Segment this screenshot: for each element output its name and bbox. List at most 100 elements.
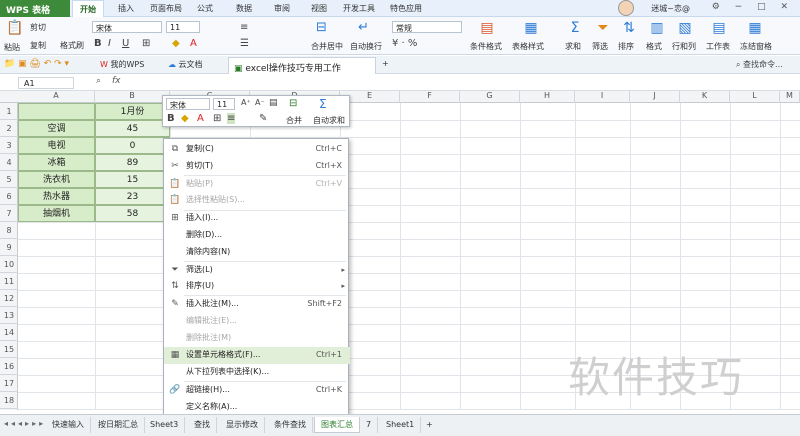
font-color-icon[interactable]: A [190, 38, 197, 49]
row-header-14[interactable]: 14 [0, 324, 18, 341]
row-header-6[interactable]: 6 [0, 188, 18, 205]
row-header-8[interactable]: 8 [0, 222, 18, 239]
mini-merge-button[interactable]: 合并 [286, 115, 302, 126]
row-header-9[interactable]: 9 [0, 239, 18, 256]
filter-button[interactable]: 筛选 [592, 41, 608, 52]
context-menu-item[interactable]: ▦ 设置单元格格式(F)... Ctrl+1 [164, 347, 350, 365]
row-header-2[interactable]: 2 [0, 120, 18, 137]
column-header-j[interactable]: J [630, 91, 680, 103]
sheet-nav-arrows[interactable]: ◂◂◂▸▸▸ [4, 419, 46, 428]
sheet-tab[interactable]: 图表汇总 [314, 417, 360, 433]
tab-developer[interactable]: 开发工具 [343, 3, 375, 14]
row-header-3[interactable]: 3 [0, 137, 18, 154]
row-header-11[interactable]: 11 [0, 273, 18, 290]
context-menu-item[interactable]: ⊞ 插入(I)... [164, 210, 350, 227]
cell-item-name[interactable]: 电视 [18, 137, 95, 154]
paste-icon[interactable]: 📋 [6, 20, 23, 36]
align-left-icon[interactable]: ☰ [240, 38, 249, 49]
quick-access-icons[interactable]: 📁 ▣ 🖨 ↶ ↷ ▾ [4, 59, 69, 69]
column-header-l[interactable]: L [730, 91, 780, 103]
mini-font-select[interactable]: 宋体 [166, 98, 210, 110]
sheet-tab[interactable]: 显示修改 [220, 417, 265, 433]
paste-button[interactable]: 粘贴 [4, 42, 20, 53]
sheet-tab[interactable]: Sheet1 [380, 417, 422, 433]
tab-insert[interactable]: 插入 [118, 3, 134, 14]
row-header-15[interactable]: 15 [0, 341, 18, 358]
sheet-tab[interactable]: 条件查找 [268, 417, 313, 433]
doc-tab-my-wps[interactable]: W 我的WPS [100, 59, 144, 70]
mini-font-color-icon[interactable]: A [197, 113, 204, 124]
worksheet-button[interactable]: 工作表 [706, 41, 730, 52]
context-menu-item[interactable]: 删除(D)... [164, 227, 350, 244]
cell-item-value[interactable]: 45 [95, 120, 170, 137]
filter-icon[interactable]: ⏷ [594, 20, 612, 36]
column-header-g[interactable]: G [460, 91, 520, 103]
italic-icon[interactable]: I [108, 38, 111, 49]
cell-item-name[interactable]: 洗衣机 [18, 171, 95, 188]
mini-format-icon[interactable]: ▤ [269, 98, 278, 108]
column-header-f[interactable]: F [400, 91, 460, 103]
percent-icon[interactable]: ¥ · % [392, 38, 417, 49]
user-avatar[interactable] [618, 0, 634, 16]
cell-item-value[interactable]: 15 [95, 171, 170, 188]
row-header-16[interactable]: 16 [0, 358, 18, 375]
mini-sum-icon[interactable]: Σ [319, 97, 327, 111]
format-icon[interactable]: ▥ [648, 20, 666, 36]
fill-color-icon[interactable]: ◆ [172, 38, 180, 49]
table-style-button[interactable]: 表格样式 [512, 41, 544, 52]
freeze-button[interactable]: 冻结窗格 [740, 41, 772, 52]
column-header-m[interactable]: M [780, 91, 800, 103]
row-header-7[interactable]: 7 [0, 205, 18, 222]
tab-view[interactable]: 视图 [311, 3, 327, 14]
cell-item-name[interactable]: 空调 [18, 120, 95, 137]
add-sheet-button[interactable]: + [420, 417, 439, 433]
name-box[interactable]: A1 [18, 77, 74, 89]
cell-item-name[interactable]: 抽烟机 [18, 205, 95, 222]
context-menu-item[interactable]: ✂ 剪切(T) Ctrl+X [164, 158, 350, 175]
row-header-17[interactable]: 17 [0, 375, 18, 392]
row-header-10[interactable]: 10 [0, 256, 18, 273]
row-col-icon[interactable]: ▧ [676, 20, 694, 36]
cell-item-value[interactable]: 23 [95, 188, 170, 205]
cut-button[interactable]: 剪切 [30, 22, 46, 33]
underline-icon[interactable]: U [122, 38, 129, 49]
tab-home[interactable]: 开始 [72, 0, 104, 17]
row-col-button[interactable]: 行和列 [672, 41, 696, 52]
merge-icon[interactable]: ⊟ [316, 20, 327, 35]
fx-icon[interactable]: fx [112, 76, 121, 86]
context-menu-item[interactable]: 清除内容(N) [164, 244, 350, 261]
sheet-tab[interactable]: 快速输入 [46, 417, 91, 433]
sheet-tab[interactable]: Sheet3 [144, 417, 186, 433]
column-header-i[interactable]: I [575, 91, 630, 103]
font-select[interactable]: 宋体 [92, 21, 162, 33]
format-button[interactable]: 格式 [646, 41, 662, 52]
new-tab-button[interactable]: + [382, 59, 389, 68]
mini-painter-icon[interactable]: ✎ [259, 113, 267, 124]
table-style-icon[interactable]: ▦ [522, 20, 540, 36]
conditional-format-icon[interactable]: ▤ [478, 20, 496, 36]
doc-tab-active[interactable]: ▣ excel操作技巧专用工作簿.xlsx * [228, 57, 376, 87]
copy-button[interactable]: 复制 [30, 40, 46, 51]
column-header-h[interactable]: H [520, 91, 575, 103]
context-menu-item[interactable]: 🔗 超链接(H)... Ctrl+K [164, 382, 350, 399]
mini-autosum-button[interactable]: 自动求和 [313, 115, 345, 126]
align-top-icon[interactable]: ≡ [240, 22, 248, 33]
cell-a1[interactable] [18, 103, 95, 120]
sheet-tab[interactable]: 查找 [188, 417, 217, 433]
cell-item-value[interactable]: 89 [95, 154, 170, 171]
cell-b1[interactable]: 1月份 [95, 103, 170, 120]
row-header-18[interactable]: 18 [0, 392, 18, 409]
doc-tab-cloud[interactable]: ☁ 云文档 [168, 59, 203, 70]
mini-fill-icon[interactable]: ◆ [181, 113, 189, 124]
shrink-font-icon[interactable]: A⁻ [255, 98, 265, 107]
sheet-tab[interactable]: 7 [360, 417, 379, 433]
app-menu-button[interactable]: WPS 表格 [0, 0, 70, 17]
context-menu-item[interactable]: ⏷ 筛选(L) ▸ [164, 262, 350, 279]
auto-wrap-button[interactable]: 自动换行 [350, 41, 382, 52]
search-command[interactable]: ⌕ 查找命令... [736, 59, 783, 70]
merge-center-button[interactable]: 合并居中 [311, 41, 343, 52]
column-header-a[interactable]: A [18, 91, 95, 103]
row-header-1[interactable]: 1 [0, 103, 18, 120]
border-icon[interactable]: ⊞ [142, 38, 150, 49]
mini-border-icon[interactable]: ⊞ [213, 113, 221, 124]
